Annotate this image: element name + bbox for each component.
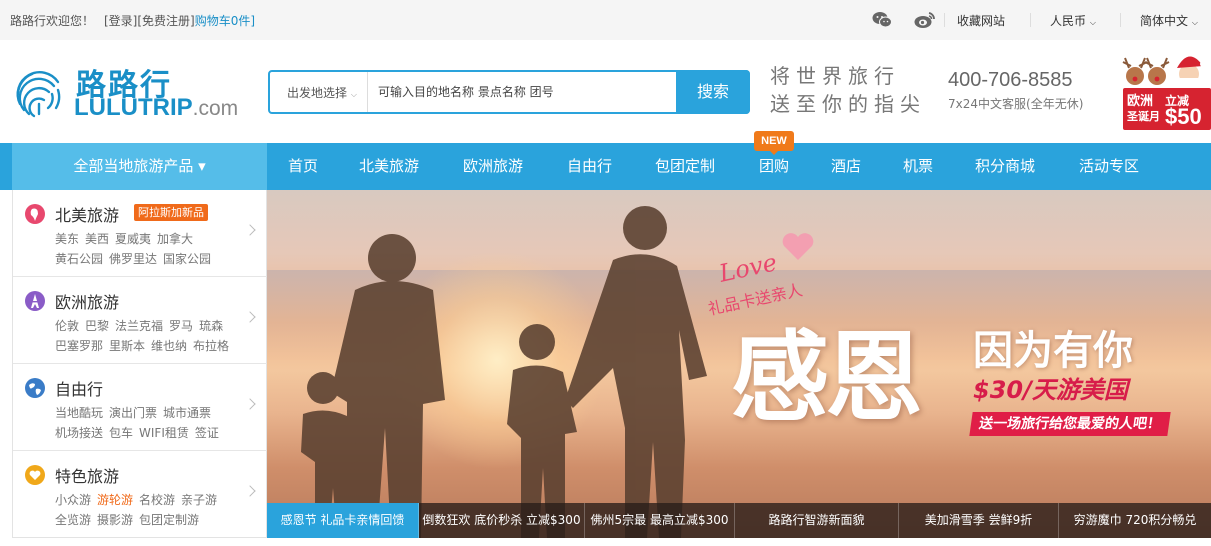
ticker-item[interactable]: 路路行智游新面貌 [735, 503, 899, 538]
globe-icon [25, 378, 45, 398]
nav-events[interactable]: 活动专区 [1079, 143, 1139, 190]
hero-banner[interactable]: Love 礼品卡送亲人 感恩 因为有你 $30/天游美国 送一场旅行给您最爱的人… [267, 190, 1211, 538]
family-silhouette-image [301, 206, 707, 538]
language-select[interactable]: 简体中文 ⌵ [1140, 12, 1198, 29]
phone-number: 400-706-8585 [948, 69, 1073, 91]
category-special[interactable]: 特色旅游 小众游 游轮游 名校游 亲子游 全览游 摄影游 包团定制游 [13, 451, 268, 538]
chevron-down-icon: ⌵ [1191, 18, 1198, 27]
nav-north-america[interactable]: 北美旅游 [359, 143, 419, 190]
category-europe[interactable]: 欧洲旅游 伦敦 巴黎 法兰克福 罗马 琉森 巴塞罗那 里斯本 维也纳 布拉格 [13, 277, 268, 364]
christmas-promo-badge[interactable]: 欧洲 圣诞月 立减 $50 [1117, 48, 1211, 132]
favorite-link[interactable]: 收藏网站 [957, 12, 1005, 29]
ticker-item[interactable]: 穷游魔巾 720积分畅兑 [1059, 503, 1211, 538]
chevron-down-icon: ⌵ [1089, 18, 1096, 27]
ticker-item[interactable]: 倒数狂欢 底价秒杀 立减$300 [419, 503, 585, 538]
banner-price: $30/天游美国 [973, 376, 1128, 404]
main-nav: 全部当地旅游产品 ▾ 首页 北美旅游 欧洲旅游 自由行 包团定制 团购 酒店 机… [0, 143, 1211, 190]
slogan: 将世界旅行 送至你的指尖 [770, 64, 926, 116]
promo-region: 欧洲 圣诞月 [1127, 94, 1160, 123]
chevron-down-icon: ⌵ [350, 90, 357, 99]
nav-europe[interactable]: 欧洲旅游 [463, 143, 523, 190]
chevron-right-icon [244, 311, 256, 323]
cart-link[interactable]: 购物车0件] [195, 14, 255, 28]
category-menu: 北美旅游 阿拉斯加新品 美东 美西 夏威夷 加拿大 黄石公园 佛罗里达 国家公园 欧洲旅游… [12, 190, 268, 538]
all-products-menu[interactable]: 全部当地旅游产品 ▾ [12, 143, 267, 190]
service-hours: 7x24中文客服(全年无休) [948, 97, 1084, 111]
category-north-america[interactable]: 北美旅游 阿拉斯加新品 美东 美西 夏威夷 加拿大 黄石公园 佛罗里达 国家公园 [13, 190, 268, 277]
currency-select[interactable]: 人民币 ⌵ [1050, 12, 1096, 29]
banner-headline: 感恩 [731, 320, 923, 435]
nav-home[interactable]: 首页 [288, 143, 318, 190]
ticker-item[interactable]: 美加滑雪季 尝鲜9折 [899, 503, 1059, 538]
nav-custom-group[interactable]: 包团定制 [655, 143, 715, 190]
map-pin-icon [25, 204, 45, 224]
weibo-icon[interactable] [914, 11, 935, 29]
logo-english: LULUTRIP.com [74, 94, 239, 121]
banner-ticker: 感恩节 礼品卡亲情回馈 倒数狂欢 底价秒杀 立减$300 佛州5宗最 最高立减$… [267, 503, 1211, 538]
search-input[interactable] [370, 72, 676, 112]
banner-cta: 送一场旅行给您最爱的人吧！ [969, 412, 1171, 436]
promo-amount: $50 [1165, 104, 1202, 129]
search-button[interactable]: 搜索 [676, 70, 750, 114]
register-link[interactable]: [免费注册] [137, 14, 194, 28]
banner-subheadline: 因为有你 [973, 327, 1133, 374]
ticker-item[interactable]: 感恩节 礼品卡亲情回馈 [267, 503, 419, 538]
category-independent[interactable]: 自由行 当地酷玩 演出门票 城市通票 机场接送 包车 WIFI租赁 签证 [13, 364, 268, 451]
top-bar: 路路行欢迎您！ [登录][免费注册]购物车0件] 收藏网站 人民币 ⌵ 简体中文… [0, 0, 1211, 40]
login-link[interactable]: [登录] [104, 14, 137, 28]
eiffel-tower-icon [25, 291, 45, 311]
wechat-icon[interactable] [872, 11, 892, 29]
fingerprint-logo-icon [16, 71, 61, 118]
new-product-tag: 阿拉斯加新品 [134, 204, 208, 221]
heart-icon [25, 465, 45, 485]
departure-select[interactable]: 出发地选择 ⌵ [270, 72, 368, 112]
chevron-right-icon [244, 398, 256, 410]
nav-points-mall[interactable]: 积分商城 [975, 143, 1035, 190]
chevron-right-icon [244, 224, 256, 236]
new-badge: NEW [754, 131, 794, 155]
nav-hotel[interactable]: 酒店 [831, 143, 861, 190]
nav-independent[interactable]: 自由行 [567, 143, 612, 190]
chevron-right-icon [244, 485, 256, 497]
heart-icon [782, 233, 814, 260]
welcome-text: 路路行欢迎您！ [10, 14, 95, 28]
search-bar: 出发地选择 ⌵ 搜索 [268, 70, 750, 114]
site-logo[interactable]: 路路行 LULUTRIP.com [10, 58, 240, 122]
ticker-item[interactable]: 佛州5宗最 最高立减$300 [585, 503, 735, 538]
reindeer-santa-icon [1122, 56, 1206, 86]
account-links: [登录][免费注册]购物车0件] [104, 12, 255, 29]
nav-flights[interactable]: 机票 [903, 143, 933, 190]
